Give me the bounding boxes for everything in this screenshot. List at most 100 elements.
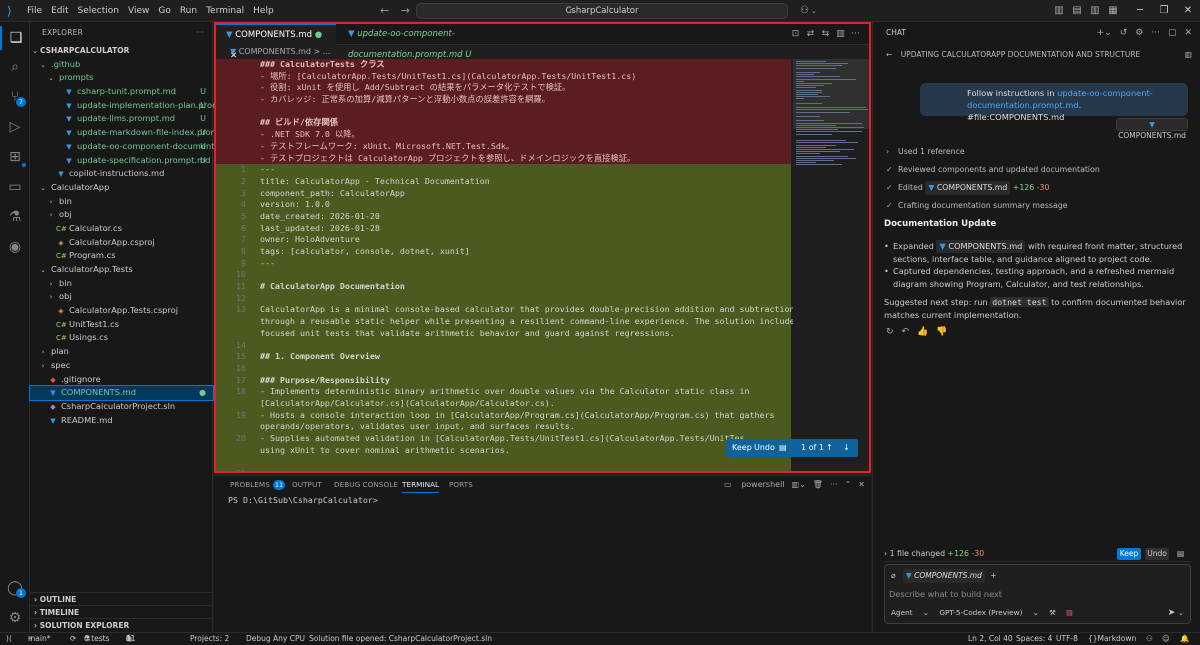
maximize-icon[interactable]: ▢ xyxy=(1168,22,1177,44)
feedback-icon[interactable]: ☺ xyxy=(1162,633,1170,645)
tree-item[interactable]: ▼ COMPONENTS.md ● xyxy=(29,385,214,401)
chevron-up-icon[interactable]: ⌃ xyxy=(845,476,852,493)
terminal-output[interactable]: PS D:\GitSub\CsharpCalculator> xyxy=(228,495,378,505)
changed-files-bar[interactable]: › 1 file changed +126 -30 Keep Undo ▤ xyxy=(884,546,1191,562)
tree-item[interactable]: › bin xyxy=(30,277,213,291)
tree-item[interactable]: › spec xyxy=(30,359,213,373)
build-config[interactable]: Debug Any CPU xyxy=(246,633,305,645)
projects-indicator[interactable]: Projects: 2 xyxy=(190,633,229,645)
menu-help[interactable]: Help xyxy=(253,0,274,22)
toggle-sidebar-icon[interactable]: ▥ xyxy=(1050,0,1068,22)
tree-item[interactable]: C# Usings.cs xyxy=(30,331,213,345)
run-debug-icon[interactable]: ▷ xyxy=(0,115,30,139)
notifications-bell-icon[interactable]: 🔔 xyxy=(1180,633,1189,645)
back-arrow-icon[interactable]: ← xyxy=(886,50,892,59)
remote-icon[interactable]: ⟩⟨ xyxy=(6,633,12,645)
language-mode[interactable]: {} Markdown xyxy=(1088,633,1136,645)
open-changes-icon[interactable]: ⇄ xyxy=(803,24,818,45)
tab-terminal[interactable]: TERMINAL xyxy=(402,476,440,493)
tree-item[interactable]: ⌄ CalculatorApp.Tests xyxy=(30,263,213,277)
copilot-menu[interactable]: ⚇ ⌄ xyxy=(800,0,817,22)
workspace-root[interactable]: ⌄ CSHARPCALCULATOR xyxy=(30,44,213,58)
delete-icon[interactable]: ▤ xyxy=(1066,608,1073,617)
attach-icon[interactable]: ⌀ xyxy=(891,571,896,580)
back-arrow-icon[interactable]: ← xyxy=(380,4,389,17)
tree-item[interactable]: C# UnitTest1.cs xyxy=(30,318,213,332)
source-control-icon[interactable]: ⑂ 7 xyxy=(0,85,30,109)
undo-icon[interactable]: ↶ xyxy=(902,327,910,337)
arrow-down-icon[interactable]: ↓ xyxy=(843,439,850,457)
thumbs-up-icon[interactable]: 👍 xyxy=(917,327,928,337)
encoding[interactable]: UTF-8 xyxy=(1056,633,1078,645)
menu-selection[interactable]: Selection xyxy=(78,0,119,22)
close-window-icon[interactable]: ✕ xyxy=(1176,0,1200,22)
outline-section[interactable]: › OUTLINE xyxy=(30,592,213,605)
add-context-icon[interactable]: + xyxy=(990,571,996,580)
tree-item[interactable]: › obj xyxy=(30,290,213,304)
retry-icon[interactable]: ↻ xyxy=(886,327,894,337)
restore-icon[interactable]: ❐ xyxy=(1152,0,1176,22)
close-icon[interactable]: ✕ xyxy=(858,476,865,493)
tree-item[interactable]: ▼ update-markdown-file-index.prompt.... U xyxy=(30,126,237,140)
split-editor-icon[interactable]: ▥ xyxy=(833,24,848,45)
thumbs-down-icon[interactable]: 👎 xyxy=(936,327,947,337)
diff-file-icon[interactable]: ▤ xyxy=(779,439,787,457)
gear-icon[interactable]: ⚙ xyxy=(1135,22,1143,44)
tree-item[interactable]: ▼ copilot-instructions.md xyxy=(30,167,213,181)
tree-item[interactable]: › bin xyxy=(30,195,213,209)
chevron-down-icon[interactable]: ⌄ xyxy=(811,7,817,15)
tree-item[interactable]: C# Program.cs xyxy=(30,249,213,263)
indentation[interactable]: Spaces: 4 xyxy=(1016,633,1052,645)
tree-item[interactable]: ▼ update-oo-component-documentati... U xyxy=(30,140,233,154)
more-actions-icon[interactable]: ··· xyxy=(830,476,838,493)
tab-debug-console[interactable]: DEBUG CONSOLE xyxy=(334,476,398,493)
tree-item[interactable]: ◆ CsharpCalculatorProject.sln xyxy=(30,400,213,414)
send-button[interactable]: ➤ ⌄ xyxy=(1168,606,1184,620)
keep-all-button[interactable]: Keep xyxy=(1117,548,1141,560)
more-actions-icon[interactable]: ··· xyxy=(1151,22,1160,44)
model-picker[interactable]: GPT-5-Codex (Preview) ⌄ xyxy=(939,608,1038,617)
tree-item[interactable]: ▼ update-implementation-plan.prompt.... U xyxy=(30,99,239,113)
tree-item[interactable]: ⌄ .github xyxy=(30,58,213,72)
tree-item[interactable]: C# Calculator.cs xyxy=(30,222,213,236)
tree-item[interactable]: › plan xyxy=(30,345,213,359)
command-center-search[interactable]: ⌕ CsharpCalculator xyxy=(416,3,788,19)
tree-item[interactable]: ▼ update-llms.prompt.md U xyxy=(30,112,213,126)
remote-explorer-icon[interactable]: ▭ xyxy=(0,175,30,199)
solution-status[interactable]: Solution file opened: CsharpCalculatorPr… xyxy=(309,633,492,645)
arrow-up-icon[interactable]: ↑ xyxy=(826,439,833,457)
cursor-position[interactable]: Ln 2, Col 40 xyxy=(968,633,1013,645)
tree-item[interactable]: ▼ csharp-tunit.prompt.md U xyxy=(30,85,213,99)
split-terminal-icon[interactable]: ▥⌄ xyxy=(792,476,806,493)
undo-button[interactable]: Undo xyxy=(754,439,775,457)
search-icon[interactable]: ⌕ xyxy=(0,55,30,79)
close-icon[interactable]: ✕ xyxy=(1184,22,1192,44)
tab-ports[interactable]: PORTS xyxy=(449,476,473,493)
github-icon[interactable]: ◉ xyxy=(0,235,30,259)
tree-item[interactable]: ◈ CalculatorApp.csproj xyxy=(30,236,213,250)
customize-layout-icon[interactable]: ▦ xyxy=(1104,0,1122,22)
accounts-icon[interactable]: ◯ 1 xyxy=(0,576,30,600)
copilot-icon[interactable]: ⚇ xyxy=(800,5,809,16)
tree-item[interactable]: ⌄ CalculatorApp xyxy=(30,181,213,195)
tree-item[interactable]: ▼ README.md xyxy=(30,414,213,428)
explorer-icon[interactable]: ❏ xyxy=(0,26,30,50)
more-actions-icon[interactable]: ··· xyxy=(196,22,204,44)
chat-prompt-input[interactable] xyxy=(889,587,1179,601)
tab-output[interactable]: OUTPUT xyxy=(292,476,322,493)
toggle-panel-icon[interactable]: ▤ xyxy=(1068,0,1086,22)
tree-item[interactable]: › obj xyxy=(30,208,213,222)
mode-picker[interactable]: Agent ⌄ xyxy=(891,608,929,617)
menu-file[interactable]: File xyxy=(27,0,42,22)
menu-run[interactable]: Run xyxy=(180,0,197,22)
tools-icon[interactable]: ⚒ xyxy=(1049,608,1056,617)
tree-item[interactable]: ⌄ prompts xyxy=(30,71,213,85)
trash-icon[interactable]: 🗑 xyxy=(813,476,823,493)
minimap[interactable] xyxy=(793,59,869,471)
attached-file-chip[interactable]: ▼ COMPONENTS.md xyxy=(1116,118,1188,140)
file-chip[interactable]: ▼ COMPONENTS.md xyxy=(936,240,1026,253)
context-file-chip[interactable]: ▼ COMPONENTS.md xyxy=(902,569,985,583)
step-used-references[interactable]: › Used 1 reference xyxy=(886,145,965,159)
menu-view[interactable]: View xyxy=(128,0,149,22)
tree-item[interactable]: ▼ update-specification.prompt.md U xyxy=(30,154,213,168)
